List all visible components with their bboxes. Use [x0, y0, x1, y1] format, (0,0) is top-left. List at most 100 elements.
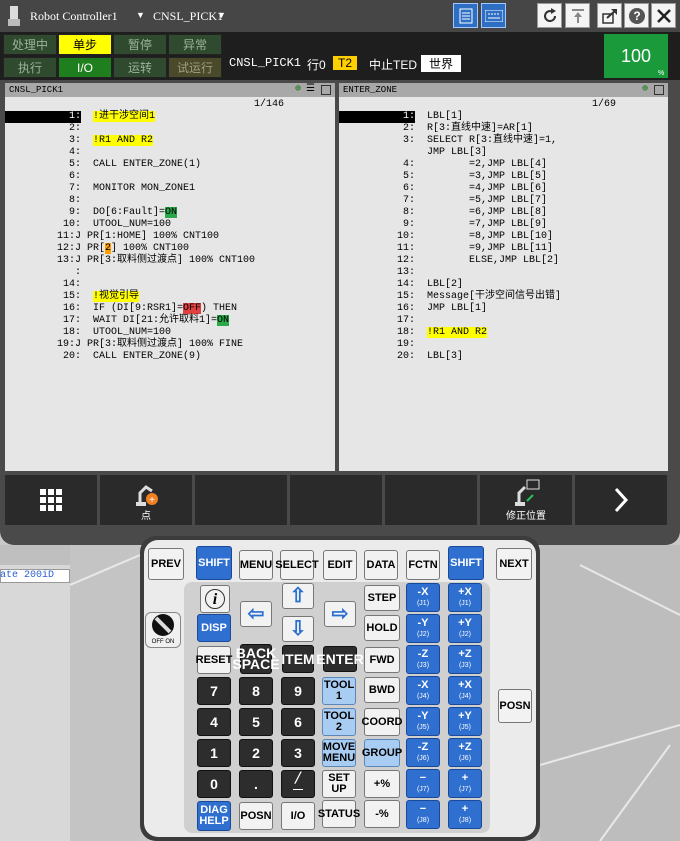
- next-key[interactable]: NEXT: [496, 548, 532, 580]
- info-key[interactable]: i: [200, 585, 230, 613]
- program-line[interactable]: 1: LBL[1]: [339, 111, 463, 123]
- digit-key[interactable]: 6: [281, 708, 315, 736]
- stack-icon[interactable]: [565, 3, 590, 28]
- program-line[interactable]: 6:: [5, 171, 81, 183]
- arrow-right-key[interactable]: ⇨: [324, 601, 356, 627]
- fwd-key[interactable]: FWD: [364, 647, 400, 673]
- chevron-down-icon[interactable]: ▼: [136, 10, 145, 20]
- jog-key[interactable]: +Y (J5): [448, 707, 482, 736]
- shift-key-left[interactable]: SHIFT: [196, 546, 232, 580]
- maximize-icon[interactable]: [321, 85, 331, 95]
- program-line[interactable]: 15: !视觉引导: [5, 291, 140, 303]
- close-icon[interactable]: [651, 3, 676, 28]
- zoom-icon[interactable]: ⊕: [642, 83, 648, 97]
- program-line[interactable]: 5: CALL ENTER_ZONE(1): [5, 159, 201, 171]
- plus-percent-key[interactable]: +%: [364, 770, 400, 798]
- program-name[interactable]: CNSL_PICK1: [153, 9, 223, 24]
- keyboard-icon[interactable]: [481, 3, 506, 28]
- enter-key[interactable]: ENTER: [316, 646, 364, 672]
- jog-key[interactable]: +Y (J2): [448, 614, 482, 643]
- deadman-switch[interactable]: OFF ON: [145, 612, 181, 648]
- program-line[interactable]: 13:J PR[3:取料侧过渡点] 100% CNT100: [5, 255, 255, 267]
- setup-key[interactable]: SET UP: [322, 770, 356, 798]
- program-line[interactable]: 10: UTOOL_NUM=100: [5, 219, 171, 231]
- program-pane-left[interactable]: CNSL_PICK1 ⊕ ☰ 1/146 1: !进干涉空间1 2: 3: !R1 …: [5, 83, 335, 471]
- program-line[interactable]: 18: UTOOL_NUM=100: [5, 327, 171, 339]
- program-line[interactable]: 9: DO[6:Fault]=ON: [5, 207, 178, 219]
- backspace-key[interactable]: BACK SPACE: [232, 644, 280, 674]
- program-line[interactable]: 20: LBL[3]: [339, 351, 463, 363]
- program-line[interactable]: 3: !R1 AND R2: [5, 135, 154, 147]
- export-icon[interactable]: [597, 3, 622, 28]
- program-line[interactable]: 5: =3,JMP LBL[5]: [339, 171, 547, 183]
- program-line[interactable]: 17:: [339, 315, 415, 327]
- chevron-down-icon[interactable]: ▼: [217, 10, 226, 20]
- digit-key[interactable]: 5: [239, 708, 273, 736]
- digit-key[interactable]: .: [239, 770, 273, 798]
- program-line[interactable]: 14:: [5, 279, 81, 291]
- digit-key[interactable]: 9: [281, 677, 315, 705]
- diag-help-key[interactable]: DIAG HELP: [197, 801, 231, 831]
- bwd-key[interactable]: BWD: [364, 677, 400, 703]
- jog-key[interactable]: -Y (J2): [406, 614, 440, 643]
- jog-key[interactable]: +X (J1): [448, 583, 482, 612]
- program-line[interactable]: 4:: [5, 147, 81, 159]
- coord-key[interactable]: COORD: [362, 708, 402, 736]
- softkey-next[interactable]: [575, 475, 667, 525]
- jog-key[interactable]: -Z (J3): [406, 645, 440, 674]
- softkey-menu[interactable]: [5, 475, 97, 525]
- program-line[interactable]: 3: SELECT R[3:直线中速]=1,: [339, 135, 557, 147]
- jog-key[interactable]: -Z (J6): [406, 738, 440, 767]
- tool2-key[interactable]: TOOL 2: [322, 708, 356, 736]
- step-key[interactable]: STEP: [364, 585, 400, 611]
- program-line[interactable]: 17: WAIT DI[21:允许取料1]=ON: [5, 315, 230, 327]
- posn-side-key[interactable]: POSN: [498, 689, 532, 723]
- program-line[interactable]: 16: IF (DI[9:RSR1]=OFF) THEN: [5, 303, 237, 315]
- maximize-icon[interactable]: [654, 85, 664, 95]
- jog-key[interactable]: +Z (J3): [448, 645, 482, 674]
- select-key[interactable]: SELECT: [275, 550, 319, 580]
- program-line[interactable]: 11:J PR[1:HOME] 100% CNT100: [5, 231, 219, 243]
- arrow-up-key[interactable]: ⇧: [282, 583, 314, 609]
- jog-key[interactable]: -X (J1): [406, 583, 440, 612]
- digit-key[interactable]: 2: [239, 739, 273, 767]
- program-line[interactable]: 19:J PR[3:取料侧过渡点] 100% FINE: [5, 339, 243, 351]
- jog-key[interactable]: + (J8): [448, 800, 482, 829]
- program-line[interactable]: 2: R[3:直线中速]=AR[1]: [339, 123, 533, 135]
- program-line[interactable]: 19:: [339, 339, 415, 351]
- program-line[interactable]: 16: JMP LBL[1]: [339, 303, 487, 315]
- shift-key-right[interactable]: SHIFT: [448, 546, 484, 580]
- softkey-f5[interactable]: [385, 475, 477, 525]
- softkey-touchup[interactable]: 修正位置: [480, 475, 572, 525]
- controller-name[interactable]: Robot Controller1: [30, 9, 118, 24]
- softkey-f3[interactable]: [195, 475, 287, 525]
- tool1-key[interactable]: TOOL 1: [322, 677, 356, 705]
- jog-key[interactable]: + (J7): [448, 769, 482, 798]
- jog-key[interactable]: − (J7): [406, 769, 440, 798]
- digit-key[interactable]: 8: [239, 677, 273, 705]
- digit-key[interactable]: 4: [197, 708, 231, 736]
- digit-key[interactable]: 0: [197, 770, 231, 798]
- hold-key[interactable]: HOLD: [364, 615, 400, 641]
- program-line[interactable]: 11: =9,JMP LBL[11]: [339, 243, 553, 255]
- data-key[interactable]: DATA: [364, 550, 398, 580]
- jog-key[interactable]: -Y (J5): [406, 707, 440, 736]
- program-line[interactable]: 12:J PR[2] 100% CNT100: [5, 243, 189, 255]
- edit-key[interactable]: EDIT: [323, 550, 357, 580]
- program-line[interactable]: 13:: [339, 267, 415, 279]
- program-line[interactable]: 15: Message[干涉空间信号出错]: [339, 291, 561, 303]
- program-line[interactable]: 14: LBL[2]: [339, 279, 463, 291]
- jog-key[interactable]: +X (J4): [448, 676, 482, 705]
- zoom-icon[interactable]: ⊕: [295, 83, 301, 97]
- prev-key[interactable]: PREV: [148, 548, 184, 580]
- program-line[interactable]: 9: =7,JMP LBL[9]: [339, 219, 547, 231]
- program-line[interactable]: 2:: [5, 123, 81, 135]
- group-key[interactable]: GROUP: [362, 739, 402, 767]
- jog-key[interactable]: -X (J4): [406, 676, 440, 705]
- status-key[interactable]: STATUS: [318, 800, 360, 828]
- item-key[interactable]: ITEM: [281, 645, 315, 673]
- menu-key[interactable]: MENU: [239, 550, 273, 580]
- document-icon[interactable]: [453, 3, 478, 28]
- help-icon[interactable]: ?: [624, 3, 649, 28]
- arrow-down-key[interactable]: ⇩: [282, 616, 314, 642]
